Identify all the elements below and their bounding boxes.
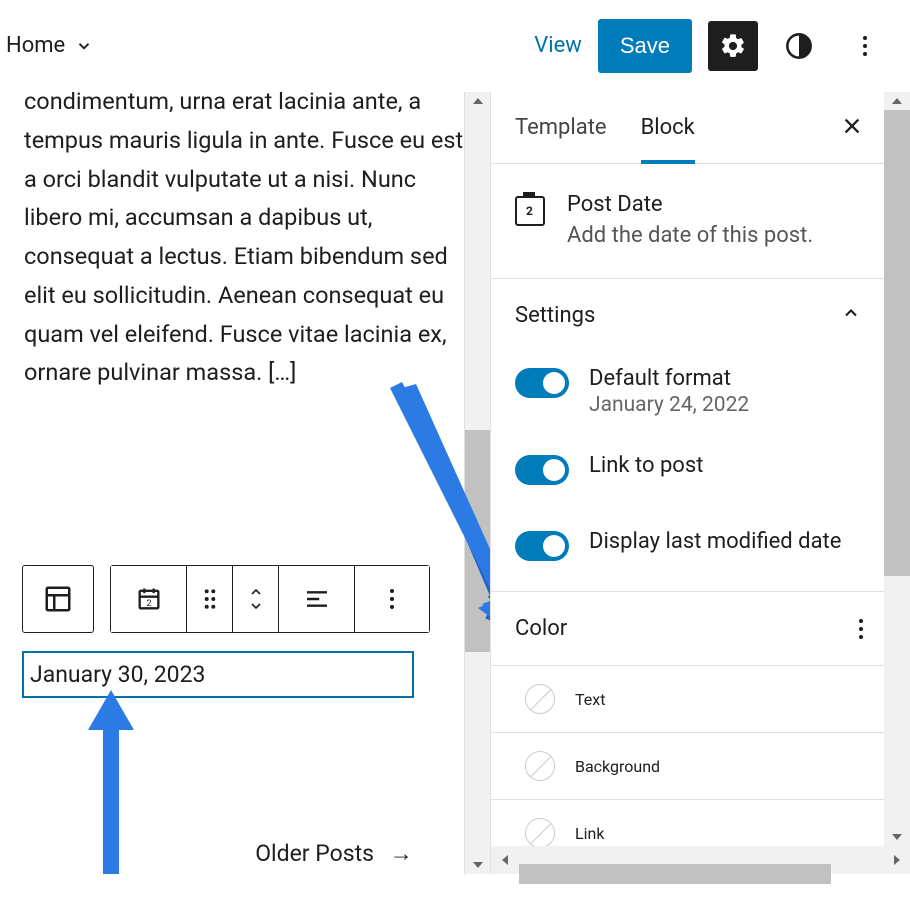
setting-default-format: Default format January 24, 2022	[491, 352, 885, 431]
toggle-display-modified[interactable]	[515, 531, 569, 561]
arrow-right-icon: →	[390, 840, 413, 867]
color-background-row[interactable]: Background	[491, 732, 885, 799]
settings-panel-title: Settings	[515, 303, 595, 328]
block-more-options[interactable]	[354, 565, 430, 633]
settings-panel-header[interactable]: Settings	[491, 279, 885, 352]
editor-pane: condimentum, urna erat lacinia ante, a t…	[0, 92, 490, 874]
post-date-block[interactable]: January 30, 2023	[22, 651, 414, 698]
toggle-default-format[interactable]	[515, 368, 569, 398]
color-panel-header[interactable]: Color	[491, 592, 885, 665]
block-title: Post Date	[567, 192, 813, 217]
svg-text:2: 2	[146, 598, 151, 609]
sidebar-scrollbar[interactable]	[884, 92, 910, 846]
color-link-label: Link	[575, 824, 604, 843]
setting-link-to-post: Link to post	[491, 431, 885, 507]
main-area: condimentum, urna erat lacinia ante, a t…	[0, 92, 910, 874]
link-to-post-label: Link to post	[589, 453, 703, 478]
block-type-button[interactable]: 2	[110, 565, 186, 633]
chevron-down-icon	[75, 37, 93, 55]
color-text-label: Text	[575, 690, 605, 709]
parent-block-button[interactable]	[22, 565, 94, 633]
post-date-icon	[515, 196, 545, 226]
block-toolbar-group: 2	[110, 565, 430, 633]
color-panel: Color Text Background Link	[491, 592, 885, 867]
sidebar-h-scrollbar[interactable]	[491, 846, 910, 874]
scrollbar-thumb[interactable]	[519, 864, 831, 884]
scroll-down-icon[interactable]	[884, 828, 910, 846]
post-excerpt: condimentum, urna erat lacinia ante, a t…	[24, 92, 466, 392]
tab-block[interactable]: Block	[641, 92, 695, 164]
home-link[interactable]: Home	[0, 33, 93, 58]
older-posts-link[interactable]: Older Posts →	[224, 840, 444, 867]
styles-button[interactable]	[774, 21, 824, 71]
move-up-down[interactable]	[232, 565, 278, 633]
block-toolbar: 2	[22, 565, 430, 633]
color-panel-title: Color	[515, 616, 567, 641]
chevron-up-icon	[841, 303, 861, 328]
scroll-down-icon[interactable]	[465, 856, 490, 874]
tab-template[interactable]: Template	[515, 115, 607, 140]
top-right-actions: View Save	[534, 19, 890, 73]
home-label: Home	[6, 33, 65, 58]
top-toolbar: Home View Save	[0, 0, 910, 92]
close-sidebar-button[interactable]	[841, 114, 863, 144]
color-swatch-empty-icon	[525, 751, 555, 781]
display-modified-label: Display last modified date	[589, 529, 841, 554]
editor-scrollbar[interactable]	[464, 92, 490, 874]
toggle-link-to-post[interactable]	[515, 455, 569, 485]
color-text-row[interactable]: Text	[491, 665, 885, 732]
more-dots-icon[interactable]	[859, 619, 863, 639]
default-format-label: Default format	[589, 366, 749, 391]
scroll-up-icon[interactable]	[884, 92, 910, 110]
view-link[interactable]: View	[534, 33, 582, 58]
scroll-up-icon[interactable]	[465, 92, 490, 110]
default-format-value: January 24, 2022	[589, 393, 749, 417]
settings-button[interactable]	[708, 21, 758, 71]
color-swatch-empty-icon	[525, 818, 555, 848]
more-dots-icon	[390, 589, 394, 609]
color-background-label: Background	[575, 757, 660, 776]
scrollbar-thumb[interactable]	[465, 430, 490, 652]
align-button[interactable]	[278, 565, 354, 633]
scroll-left-icon[interactable]	[491, 846, 519, 874]
block-header: Post Date Add the date of this post.	[491, 164, 885, 279]
sidebar-tabs: Template Block	[491, 92, 885, 164]
block-description: Add the date of this post.	[567, 223, 813, 248]
setting-display-modified: Display last modified date	[491, 507, 885, 591]
color-swatch-empty-icon	[525, 684, 555, 714]
sidebar: Template Block Post Date Add the date of…	[490, 92, 910, 874]
more-options-button[interactable]	[840, 21, 890, 71]
save-button[interactable]: Save	[598, 19, 692, 73]
more-dots-icon	[863, 36, 867, 56]
older-posts-label: Older Posts	[255, 840, 374, 867]
settings-panel: Settings Default format January 24, 2022…	[491, 279, 885, 592]
drag-handle[interactable]	[186, 565, 232, 633]
scrollbar-thumb[interactable]	[884, 110, 910, 576]
scroll-right-icon[interactable]	[883, 846, 910, 874]
